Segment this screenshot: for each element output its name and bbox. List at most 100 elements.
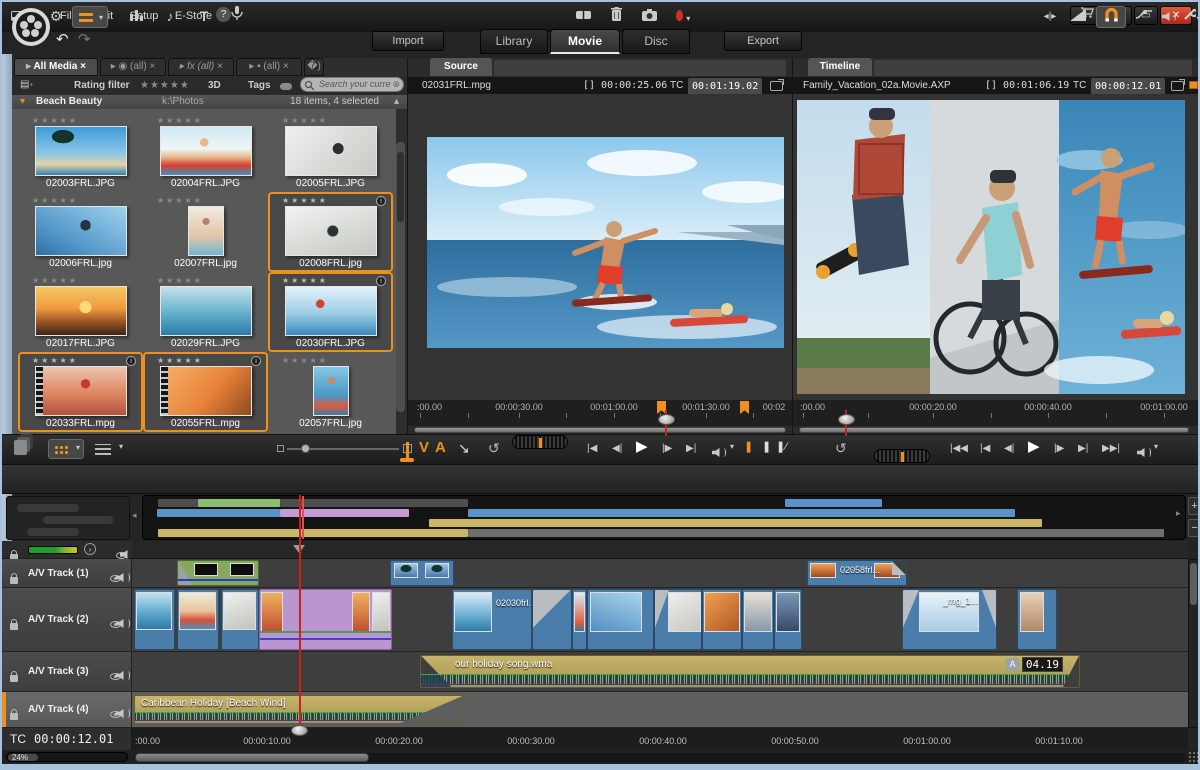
trim-mode-icon[interactable]: ◂|▸ (1038, 6, 1062, 28)
close-icon[interactable]: × (80, 61, 86, 72)
grid-view-button[interactable]: ▾ (48, 439, 84, 459)
audio-mixer-icon[interactable] (1158, 6, 1180, 28)
tracks-scrollbar[interactable] (1188, 559, 1199, 728)
media-item[interactable]: ★★★★★ 02057FRL.jpg (268, 352, 393, 432)
transition-slope-icon[interactable] (1066, 6, 1090, 28)
track-4[interactable]: Caribbean Holiday [Beach Wind] (132, 692, 1188, 728)
close-icon[interactable]: × (217, 61, 223, 72)
track-header-4[interactable]: A/V Track (4) (2, 692, 132, 728)
trash-icon[interactable] (606, 6, 626, 28)
item-stars[interactable]: ★★★★★ (145, 195, 266, 206)
lock-icon[interactable] (10, 577, 18, 584)
video-toggle[interactable]: V (419, 439, 429, 456)
clip-photo[interactable] (742, 589, 774, 650)
folder-icon[interactable]: ▤+ (20, 79, 34, 90)
undock-icon[interactable] (1171, 81, 1184, 91)
undock-icon[interactable] (770, 81, 783, 91)
close-icon[interactable]: × (283, 61, 289, 72)
panel-divider-handle[interactable] (400, 442, 414, 464)
music-clef-icon[interactable]: ♪ (160, 6, 180, 28)
item-stars[interactable]: ★★★★★ (20, 115, 141, 126)
loop-icon[interactable]: ↺ (488, 440, 500, 457)
clip-photo[interactable] (702, 589, 742, 650)
timeline-hscroll-thumb[interactable] (135, 753, 369, 762)
timeline-video-frame[interactable] (797, 100, 1185, 394)
source-scrubber[interactable] (658, 414, 675, 425)
item-stars[interactable]: ★★★★★ (270, 355, 391, 366)
media-item[interactable]: ★★★★★ 02007FRL.jpg (143, 192, 268, 272)
library-tab-effects[interactable]: ▸ fx (all) × (168, 58, 234, 76)
jog-wheel[interactable] (874, 449, 930, 463)
source-video-frame[interactable] (427, 137, 784, 348)
tab-import[interactable]: Import (372, 31, 444, 51)
master-level-meter[interactable] (28, 546, 78, 554)
tab-disc[interactable]: Disc (622, 29, 690, 54)
media-item[interactable]: ★★★★★ 02004FRL.JPG (143, 112, 268, 192)
track-header-2[interactable]: A/V Track (2) (2, 588, 132, 652)
prev-clip-button[interactable]: |◀◀ (950, 435, 968, 463)
collapse-icon[interactable]: ▾ (20, 95, 25, 109)
lock-icon[interactable] (10, 713, 18, 720)
frame-forward-button[interactable]: |▶ (662, 435, 672, 463)
tags-toggle-icon[interactable] (280, 83, 292, 90)
info-icon[interactable]: i (126, 356, 136, 366)
tab-export[interactable]: Export (724, 31, 802, 51)
clip-mg1[interactable]: _mg_1... (902, 589, 997, 650)
track-3[interactable]: our holiday song.wma A 04.19 (132, 652, 1188, 692)
loop-icon[interactable]: ↺ (835, 440, 847, 457)
resize-grip[interactable] (1188, 751, 1198, 763)
tab-library[interactable]: Library (480, 29, 548, 54)
collapse-up-icon[interactable]: ▴ (394, 95, 399, 109)
track-2[interactable]: 02030frl... _mg_1... (132, 588, 1188, 652)
volume-icon[interactable] (1137, 444, 1151, 462)
clip-photo[interactable] (654, 589, 702, 650)
dual-view-icon[interactable] (1189, 81, 1198, 89)
item-stars[interactable]: ★★★★★ (145, 355, 266, 366)
transition[interactable] (532, 589, 572, 650)
thumbnail-zoom-slider[interactable] (287, 448, 399, 450)
titler-icon[interactable]: T (194, 6, 214, 28)
mark-in-button[interactable]: ❚ (744, 440, 753, 453)
undo-icon[interactable]: ↶ (56, 30, 69, 48)
chevron-down-icon[interactable]: ▾ (1154, 442, 1158, 451)
timeline-timecode[interactable]: 00:00:12.01 (1091, 78, 1165, 95)
media-item[interactable]: ★★★★★ 02017FRL.JPG (18, 272, 143, 352)
collection-header[interactable]: ▾ Beach Beauty k:\Photos 18 items, 4 sel… (12, 95, 407, 109)
timeline-marker-strip[interactable] (132, 541, 1188, 559)
speaker-icon[interactable] (116, 667, 130, 685)
info-icon[interactable]: i (376, 276, 386, 286)
info-icon[interactable]: i (376, 196, 386, 206)
search-input[interactable]: Search your curre ⊗ (300, 77, 404, 92)
navigator-expand-icon[interactable]: ▸ (1176, 508, 1181, 519)
close-icon[interactable]: × (149, 61, 155, 72)
media-item-selected[interactable]: ★★★★★ i 02055FRL.mpg (143, 352, 268, 432)
rating-stars[interactable]: ★★★★★ (140, 80, 190, 91)
timeline-preview-ruler[interactable]: :00.00 00:00:20.00 00:00:40.00 00:01:00.… (793, 400, 1200, 426)
item-stars[interactable]: ★★★★★ (145, 275, 266, 286)
speaker-icon[interactable] (116, 705, 130, 723)
frame-forward-button[interactable]: |▶ (1054, 435, 1064, 463)
navigator-collapse-icon[interactable]: ◂ (132, 510, 137, 521)
list-view-button[interactable]: ▾ (90, 439, 126, 459)
razor-split-icon[interactable] (572, 6, 594, 28)
volume-keyframe-icon[interactable] (1132, 6, 1156, 28)
go-end-button[interactable]: ▶| (686, 435, 696, 463)
lock-icon[interactable] (10, 675, 18, 682)
timeline-playhead[interactable] (299, 495, 301, 728)
chevron-down-icon[interactable]: ▾ (730, 442, 734, 451)
item-stars[interactable]: ★★★★★ (270, 195, 391, 206)
timeline-preview-scrubber[interactable] (838, 414, 855, 425)
lock-icon[interactable] (10, 623, 18, 630)
library-tab-all-media[interactable]: ▸ All Media × (14, 58, 98, 76)
zoom-level-gauge[interactable]: 24% (6, 752, 128, 762)
go-start-button[interactable]: |◀ (980, 435, 990, 463)
media-item[interactable]: ★★★★★ 02029FRL.JPG (143, 272, 268, 352)
voiceover-mic-icon[interactable] (226, 6, 248, 28)
timeline-scrubber[interactable] (291, 725, 308, 736)
clip-photo[interactable] (221, 589, 259, 650)
item-stars[interactable]: ★★★★★ (270, 115, 391, 126)
tab-movie[interactable]: Movie (550, 29, 620, 54)
source-ruler[interactable]: :00.00 00:00:30.00 00:01:00.00 00:01:30.… (408, 400, 792, 426)
play-button[interactable]: ▶ (1028, 433, 1040, 461)
magnet-snap-button[interactable] (1096, 6, 1126, 28)
